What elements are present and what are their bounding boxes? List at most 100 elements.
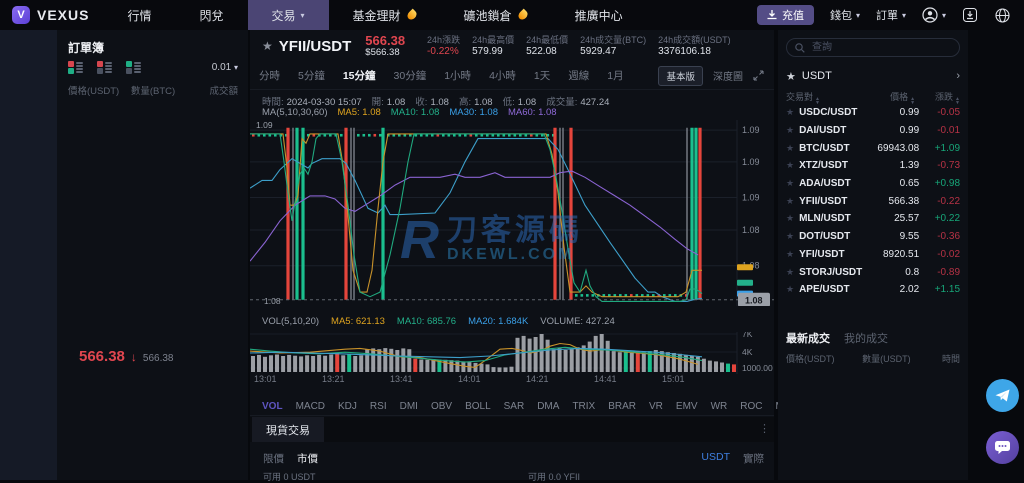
tab-spot-trading[interactable]: 現貨交易 xyxy=(252,417,324,442)
market-order-tab[interactable]: 市價 xyxy=(297,451,318,466)
indicator-vr[interactable]: VR xyxy=(649,401,663,412)
tab-overflow-icon[interactable]: ⋮ xyxy=(759,422,770,435)
favorite-star-icon[interactable]: ★ xyxy=(262,39,273,53)
pair-row-btc[interactable]: ★ BTC/USDT 69943.08 +1.09 xyxy=(778,139,968,157)
nav-item-trade[interactable]: 交易 ▾ xyxy=(247,0,329,30)
interval-1月[interactable]: 1月 xyxy=(598,68,632,83)
nav-item-label: 基金理財 xyxy=(352,8,401,23)
quote-currency-toggle[interactable]: USDT xyxy=(701,451,730,463)
pair-row-dot[interactable]: ★ DOT/USDT 9.55 -0.36 xyxy=(778,228,968,246)
interval-1天[interactable]: 1天 xyxy=(525,68,559,83)
precision-dropdown[interactable]: 0.01 ▾ xyxy=(212,62,238,73)
limit-order-tab[interactable]: 限價 xyxy=(263,451,284,466)
interval-週線[interactable]: 週線 xyxy=(559,68,598,83)
indicator-emv[interactable]: EMV xyxy=(676,401,698,412)
pair-row-xtz[interactable]: ★ XTZ/USDT 1.39 -0.73 xyxy=(778,157,968,175)
volume-chart[interactable]: 7K 4K 1000.00 xyxy=(250,332,774,374)
sort-header[interactable]: 價格 ▲ ▼ xyxy=(859,90,915,106)
star-icon[interactable]: ★ xyxy=(786,231,794,242)
star-icon[interactable]: ★ xyxy=(786,196,794,207)
brand[interactable]: V VEXUS xyxy=(0,6,103,24)
star-icon[interactable]: ★ xyxy=(786,160,794,171)
download-app-button[interactable] xyxy=(962,7,978,23)
star-icon[interactable]: ★ xyxy=(786,267,794,278)
chevron-down-icon: ▾ xyxy=(300,10,305,20)
pair-row-usdc[interactable]: ★ USDC/USDT 0.99 -0.05 xyxy=(778,104,968,122)
indicator-dma[interactable]: DMA xyxy=(537,401,559,412)
deposit-button[interactable]: 充值 xyxy=(756,5,814,25)
star-icon[interactable]: ★ xyxy=(786,107,794,118)
star-icon[interactable]: ★ xyxy=(786,143,794,154)
nav-item-promo[interactable]: 推廣中心 xyxy=(551,0,647,30)
nav-item-flash-swap[interactable]: 閃兌 xyxy=(175,0,247,30)
nav-item-market[interactable]: 行情 xyxy=(103,0,175,30)
svg-text:1.09: 1.09 xyxy=(742,193,760,203)
star-icon[interactable]: ★ xyxy=(786,213,794,224)
star-icon[interactable]: ★ xyxy=(786,249,794,260)
interval-30分鐘[interactable]: 30分鐘 xyxy=(385,68,436,83)
orders-menu[interactable]: 訂單 ▾ xyxy=(876,7,906,23)
language-button[interactable] xyxy=(994,7,1010,23)
star-icon[interactable]: ★ xyxy=(786,284,794,295)
pair-row-ada[interactable]: ★ ADA/USDT 0.65 +0.98 xyxy=(778,175,968,193)
orderbook-view-asks-icon[interactable] xyxy=(97,61,112,74)
indicator-rsi[interactable]: RSI xyxy=(370,401,387,412)
indicator-vol[interactable]: VOL xyxy=(262,401,283,412)
sort-header[interactable]: 漲跌 ▲ ▼ xyxy=(915,90,960,106)
sort-header[interactable]: 交易對 ▲ ▼ xyxy=(786,90,859,106)
indicator-obv[interactable]: OBV xyxy=(431,401,452,412)
fullscreen-icon[interactable] xyxy=(753,70,764,81)
telegram-button[interactable] xyxy=(986,379,1019,412)
stat-label: 24h成交額(USDT) xyxy=(658,34,731,45)
tab-my-trades[interactable]: 我的成交 xyxy=(844,330,888,346)
time-tick: 14:21 xyxy=(526,374,549,384)
wallet-menu[interactable]: 錢包 ▾ xyxy=(830,7,860,23)
interval-15分鐘[interactable]: 15分鐘 xyxy=(334,68,385,83)
star-icon[interactable]: ★ xyxy=(786,178,794,189)
search-input[interactable] xyxy=(810,41,940,54)
stat-value: 5929.47 xyxy=(580,45,617,57)
interval-4小時[interactable]: 4小時 xyxy=(480,68,525,83)
tab-recent-trades[interactable]: 最新成交 xyxy=(786,330,830,346)
depth-chart-button[interactable]: 深度圖 xyxy=(713,68,743,83)
last-price[interactable]: 566.38 ↓ 566.38 xyxy=(79,348,173,365)
star-icon[interactable]: ★ xyxy=(786,125,794,136)
nav-item-fund[interactable]: 基金理財 xyxy=(329,0,440,30)
pair-change: +1.09 xyxy=(934,142,961,154)
unit-toggle[interactable]: 實際 xyxy=(743,451,764,466)
indicator-roc[interactable]: ROC xyxy=(740,401,762,412)
stat-value: -0.22% xyxy=(427,45,459,57)
interval-5分鐘[interactable]: 5分鐘 xyxy=(289,68,334,83)
indicator-boll[interactable]: BOLL xyxy=(465,401,491,412)
indicator-macd[interactable]: MACD xyxy=(296,401,325,412)
ohlc-value: 427.24 xyxy=(580,97,610,108)
indicator-trix[interactable]: TRIX xyxy=(572,401,595,412)
star-icon: ★ xyxy=(786,70,796,83)
quote-filter-usdt[interactable]: ★ USDT › xyxy=(786,66,960,86)
indicator-wr[interactable]: WR xyxy=(711,401,728,412)
pair-row-dai[interactable]: ★ DAI/USDT 0.99 -0.01 xyxy=(778,122,968,140)
pair-price: 0.65 xyxy=(899,178,920,190)
globe-icon xyxy=(994,7,1010,23)
interval-1小時[interactable]: 1小時 xyxy=(435,68,480,83)
pair-row-mln[interactable]: ★ MLN/USDT 25.57 +0.22 xyxy=(778,210,968,228)
interval-分時[interactable]: 分時 xyxy=(250,68,289,83)
basic-version-button[interactable]: 基本版 xyxy=(658,65,703,86)
volume-info: VOL(5,10,20) MA5: 621.13 MA10: 685.76 MA20:… xyxy=(262,316,627,327)
pair-row-yfi[interactable]: ★ YFI/USDT 8920.51 -0.02 xyxy=(778,246,968,264)
pair-name: STORJ/USDT xyxy=(799,266,863,278)
pair-row-yfii[interactable]: ★ YFII/USDT 566.38 -0.22 xyxy=(778,192,968,210)
left-sidebar-strip xyxy=(0,30,57,480)
candlestick-chart[interactable]: 1.091.091.091.081.081.081.091.08 xyxy=(250,120,774,306)
indicator-sar[interactable]: SAR xyxy=(504,401,525,412)
account-menu[interactable]: ▾ xyxy=(922,7,946,23)
indicator-kdj[interactable]: KDJ xyxy=(338,401,357,412)
customer-service-button[interactable] xyxy=(986,431,1019,464)
indicator-dmi[interactable]: DMI xyxy=(400,401,418,412)
nav-item-mining[interactable]: 礦池鎖倉 xyxy=(440,0,551,30)
orderbook-view-both-icon[interactable] xyxy=(68,61,83,74)
pair-row-ape[interactable]: ★ APE/USDT 2.02 +1.15 xyxy=(778,281,968,299)
pair-row-storj[interactable]: ★ STORJ/USDT 0.8 -0.89 xyxy=(778,263,968,281)
orderbook-view-bids-icon[interactable] xyxy=(126,61,141,74)
indicator-brar[interactable]: BRAR xyxy=(608,401,636,412)
